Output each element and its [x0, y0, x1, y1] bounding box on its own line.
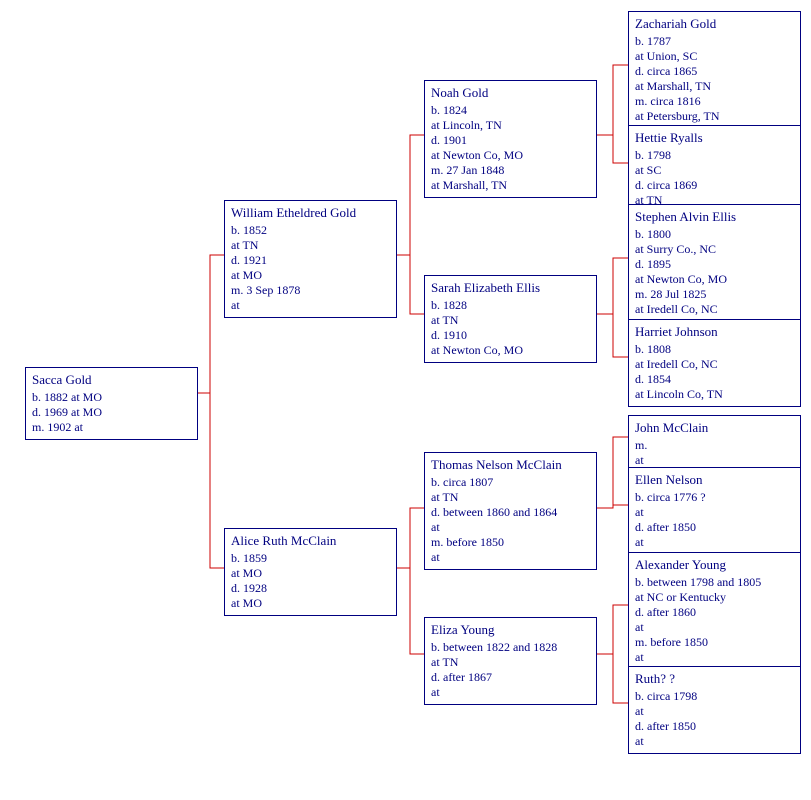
person-alice-mcclain[interactable]: Alice Ruth McClain b. 1859 at MO d. 1928…	[224, 528, 397, 616]
person-john-mcclain[interactable]: John McClain m. at	[628, 415, 801, 473]
person-alexander-young[interactable]: Alexander Young b. between 1798 and 1805…	[628, 552, 801, 670]
person-thomas-mcclain[interactable]: Thomas Nelson McClain b. circa 1807 at T…	[424, 452, 597, 570]
person-stephen-ellis[interactable]: Stephen Alvin Ellis b. 1800 at Surry Co.…	[628, 204, 801, 322]
person-sarah-ellis[interactable]: Sarah Elizabeth Ellis b. 1828 at TN d. 1…	[424, 275, 597, 363]
person-name: Sacca Gold	[32, 372, 191, 388]
person-harriet-johnson[interactable]: Harriet Johnson b. 1808 at Iredell Co, N…	[628, 319, 801, 407]
person-zachariah-gold[interactable]: Zachariah Gold b. 1787 at Union, SC d. c…	[628, 11, 801, 129]
person-ellen-nelson[interactable]: Ellen Nelson b. circa 1776 ? at d. after…	[628, 467, 801, 555]
person-sacca-gold[interactable]: Sacca Gold b. 1882 at MO d. 1969 at MO m…	[25, 367, 198, 440]
person-hettie-ryalls[interactable]: Hettie Ryalls b. 1798 at SC d. circa 186…	[628, 125, 801, 213]
person-william-gold[interactable]: William Etheldred Gold b. 1852 at TN d. …	[224, 200, 397, 318]
person-noah-gold[interactable]: Noah Gold b. 1824 at Lincoln, TN d. 1901…	[424, 80, 597, 198]
person-ruth[interactable]: Ruth? ? b. circa 1798 at d. after 1850 a…	[628, 666, 801, 754]
person-eliza-young[interactable]: Eliza Young b. between 1822 and 1828 at …	[424, 617, 597, 705]
